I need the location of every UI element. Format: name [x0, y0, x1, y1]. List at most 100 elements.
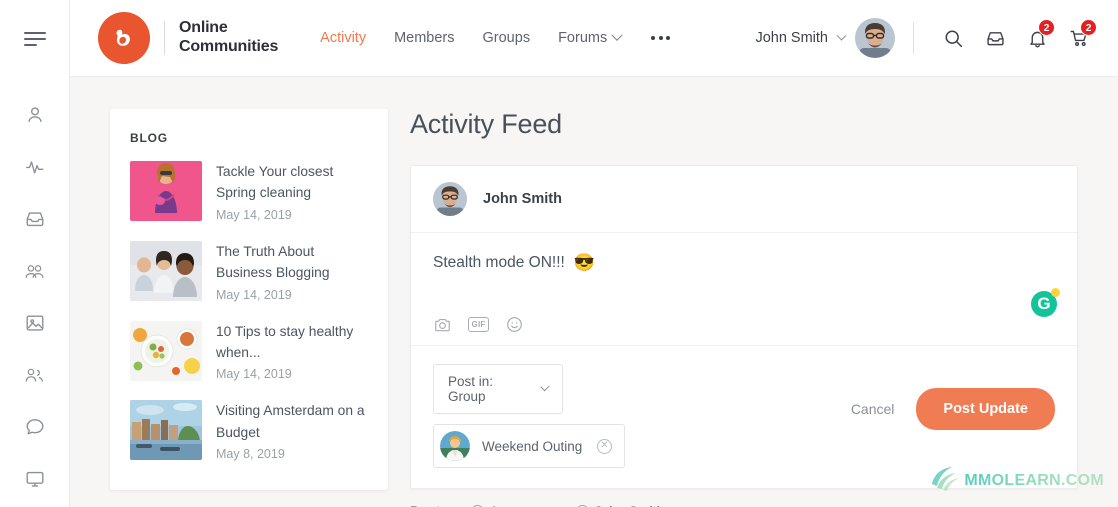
top-header: Online Communities Activity Members Grou… — [70, 0, 1118, 77]
radio-john-smith-label[interactable]: John Smith — [594, 503, 664, 507]
main-column: Online Communities Activity Members Grou… — [70, 0, 1118, 507]
avatar[interactable] — [855, 18, 895, 58]
monitor-icon — [24, 468, 46, 490]
dot — [651, 36, 656, 40]
post-composer: John Smith Stealth mode ON!!! 😎 G GIF Po… — [410, 165, 1078, 489]
composer-footer-right: Cancel Post Update — [851, 364, 1055, 430]
radio-anonymous-label[interactable]: Anonymous — [489, 503, 563, 507]
selected-group-chip[interactable]: Weekend Outing ✕ — [433, 424, 625, 468]
search-icon[interactable] — [934, 19, 972, 57]
chevron-down-icon — [836, 30, 847, 41]
ellipsis-icon[interactable] — [649, 30, 672, 46]
buddypress-logo-icon — [98, 12, 150, 64]
gif-label: GIF — [468, 317, 489, 332]
blog-text: Tackle Your closest Spring cleaning May … — [216, 161, 368, 222]
hamburger-line — [23, 31, 46, 34]
profile-icon — [24, 104, 46, 126]
nav-label: Forums — [558, 30, 608, 46]
hamburger-line — [23, 37, 46, 40]
header-divider — [913, 22, 914, 54]
rail-item-inbox[interactable] — [9, 193, 61, 245]
primary-nav: Activity Members Groups Forums — [320, 29, 672, 46]
post-in-select[interactable]: Post in: Group — [433, 364, 563, 414]
composer-text-value: Stealth mode ON!!! — [433, 254, 565, 271]
page-title: Activity Feed — [410, 109, 562, 139]
blog-date: May 14, 2019 — [216, 367, 292, 382]
brand-name-line1: Online — [179, 19, 228, 37]
icon-rail — [0, 0, 70, 507]
brand-name-line2: Communities — [179, 38, 279, 55]
blog-thumbnail — [130, 161, 202, 221]
cart-badge: 2 — [1080, 19, 1097, 36]
brand[interactable]: Online Communities — [98, 12, 278, 64]
cancel-button[interactable]: Cancel — [851, 401, 895, 417]
dot — [658, 36, 663, 40]
hamburger-menu-icon[interactable] — [23, 31, 46, 46]
rail-item-media[interactable] — [9, 297, 61, 349]
emoji-smiley-icon[interactable] — [505, 315, 524, 334]
blog-widget-title: BLOG — [130, 131, 168, 145]
list-item[interactable]: 10 Tips to stay healthy when... May 14, … — [130, 320, 368, 382]
rail-item-monitor[interactable] — [9, 453, 61, 505]
brand-name: Online Communities — [179, 19, 278, 57]
avatar[interactable] — [433, 182, 467, 216]
blog-text: Visiting Amsterdam on a Budget May 8, 20… — [216, 400, 368, 461]
chevron-down-icon — [540, 381, 550, 391]
nav-item-groups[interactable]: Groups — [483, 30, 531, 46]
hamburger-line — [23, 43, 37, 46]
composer-textarea[interactable]: Stealth mode ON!!! 😎 — [433, 253, 1055, 273]
app-root: Online Communities Activity Members Grou… — [0, 0, 1118, 507]
blog-date: May 14, 2019 — [216, 207, 292, 222]
rail-items — [9, 77, 61, 505]
bell-icon[interactable]: 2 — [1018, 19, 1056, 57]
groups-people-icon — [23, 364, 46, 387]
rail-item-messages[interactable] — [9, 401, 61, 453]
composer-footer-left: Post in: Group Weekend Outing ✕ — [433, 364, 625, 468]
rail-item-profile[interactable] — [9, 89, 61, 141]
blog-text: 10 Tips to stay healthy when... May 14, … — [216, 321, 368, 382]
gif-icon[interactable]: GIF — [468, 317, 489, 332]
inbox-icon[interactable] — [976, 19, 1014, 57]
blog-thumbnail — [130, 400, 202, 461]
nav-label: Groups — [482, 30, 531, 46]
inbox-icon — [24, 208, 46, 230]
rail-menu-area — [0, 0, 69, 77]
rail-item-friends[interactable] — [9, 245, 61, 297]
blog-widget: BLOG Tackle Your closest Spring cleaning… — [110, 109, 388, 490]
post-update-button[interactable]: Post Update — [916, 388, 1055, 430]
blog-heading: Visiting Amsterdam on a Budget — [216, 403, 365, 440]
grammarly-icon[interactable]: G — [1031, 288, 1060, 317]
nav-item-activity[interactable]: Activity — [320, 30, 366, 46]
list-item[interactable]: Tackle Your closest Spring cleaning May … — [130, 161, 368, 222]
nav-item-forums[interactable]: Forums — [558, 29, 623, 46]
nav-label: Activity — [320, 30, 367, 46]
dot — [666, 36, 671, 40]
sunglasses-emoji-icon: 😎 — [573, 253, 595, 272]
rail-item-groups[interactable] — [9, 349, 61, 401]
nav-item-members[interactable]: Members — [394, 30, 454, 46]
blog-thumbnail — [130, 240, 202, 301]
composer-footer: Post in: Group Weekend Outing ✕ Cancel P… — [411, 345, 1077, 488]
post-as-label: Post as: — [410, 503, 464, 507]
list-item[interactable]: The Truth About Business Blogging May 14… — [130, 240, 368, 302]
activity-feed: Activity Feed John Smith Stealth mode ON… — [410, 109, 1078, 507]
user-menu[interactable]: John Smith — [755, 18, 895, 58]
cart-icon[interactable]: 2 — [1060, 19, 1098, 57]
list-item[interactable]: Visiting Amsterdam on a Budget May 8, 20… — [130, 400, 368, 461]
blog-heading: Tackle Your closest Spring cleaning — [216, 164, 334, 201]
close-circle-icon[interactable]: ✕ — [597, 438, 612, 454]
post-as-row: Post as: Anonymous John Smith — [410, 503, 1078, 507]
blog-heading: 10 Tips to stay healthy when... — [216, 323, 354, 360]
friends-icon — [23, 260, 46, 283]
camera-icon[interactable] — [433, 315, 452, 334]
media-image-icon — [24, 312, 46, 334]
brand-divider — [164, 21, 165, 55]
chevron-down-icon — [611, 29, 623, 41]
blog-date: May 8, 2019 — [216, 447, 285, 461]
composer-body[interactable]: Stealth mode ON!!! 😎 G GIF — [411, 233, 1077, 345]
post-in-label: Post in: Group — [448, 374, 494, 404]
composer-tools: GIF — [433, 315, 1055, 334]
user-name: John Smith — [755, 30, 828, 46]
group-chip-label: Weekend Outing — [482, 438, 583, 454]
rail-item-activity[interactable] — [9, 141, 61, 193]
